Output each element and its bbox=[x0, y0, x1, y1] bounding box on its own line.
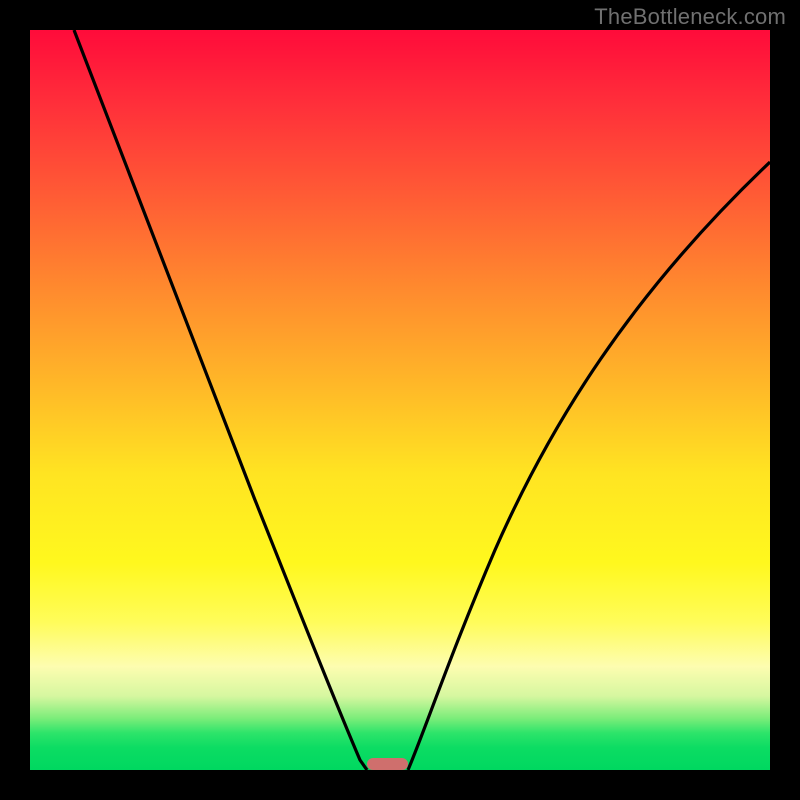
chart-frame: TheBottleneck.com bbox=[0, 0, 800, 800]
bottleneck-curves bbox=[30, 30, 770, 770]
watermark-text: TheBottleneck.com bbox=[594, 4, 786, 30]
right-curve bbox=[408, 162, 770, 770]
optimal-marker bbox=[367, 758, 408, 770]
left-curve bbox=[74, 30, 367, 770]
plot-area bbox=[30, 30, 770, 770]
